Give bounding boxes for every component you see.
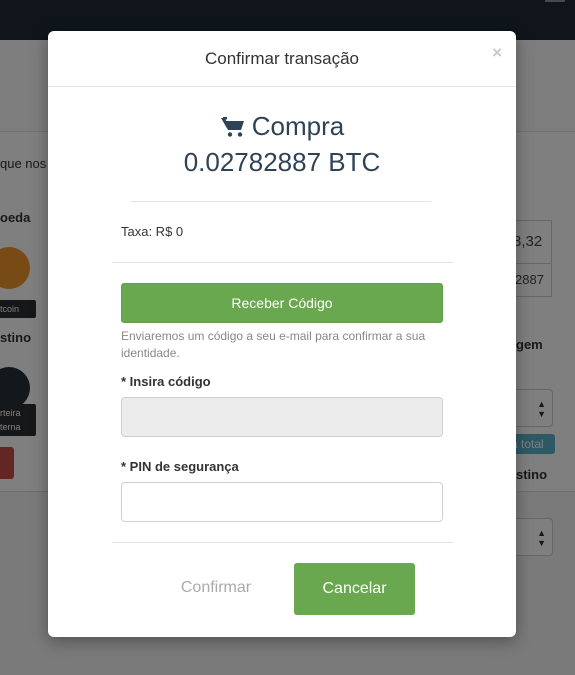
modal-title: Confirmar transação — [204, 49, 359, 68]
modal-header: Confirmar transação × — [48, 31, 516, 87]
transaction-type-label: Compra — [251, 111, 345, 141]
close-icon[interactable]: × — [492, 43, 502, 63]
fee-text: Taxa: R$ 0 — [121, 224, 184, 239]
transaction-type: Compra — [48, 111, 516, 142]
pin-input[interactable] — [121, 482, 443, 522]
shopping-cart-icon — [220, 116, 244, 137]
divider — [112, 262, 453, 263]
code-help-text: Enviaremos um código a seu e-mail para c… — [121, 329, 426, 360]
code-label: * Insira código — [121, 374, 211, 389]
receive-code-button[interactable]: Receber Código — [121, 283, 443, 323]
cancel-button[interactable]: Cancelar — [294, 563, 415, 615]
confirm-button[interactable]: Confirmar — [166, 563, 266, 613]
code-input[interactable] — [121, 397, 443, 437]
divider — [131, 201, 431, 202]
pin-label: * PIN de segurança — [121, 459, 239, 474]
confirm-transaction-modal: Confirmar transação × Compra 0.02782887 … — [48, 31, 516, 637]
transaction-amount: 0.02782887 BTC — [183, 147, 381, 177]
divider — [112, 542, 453, 543]
